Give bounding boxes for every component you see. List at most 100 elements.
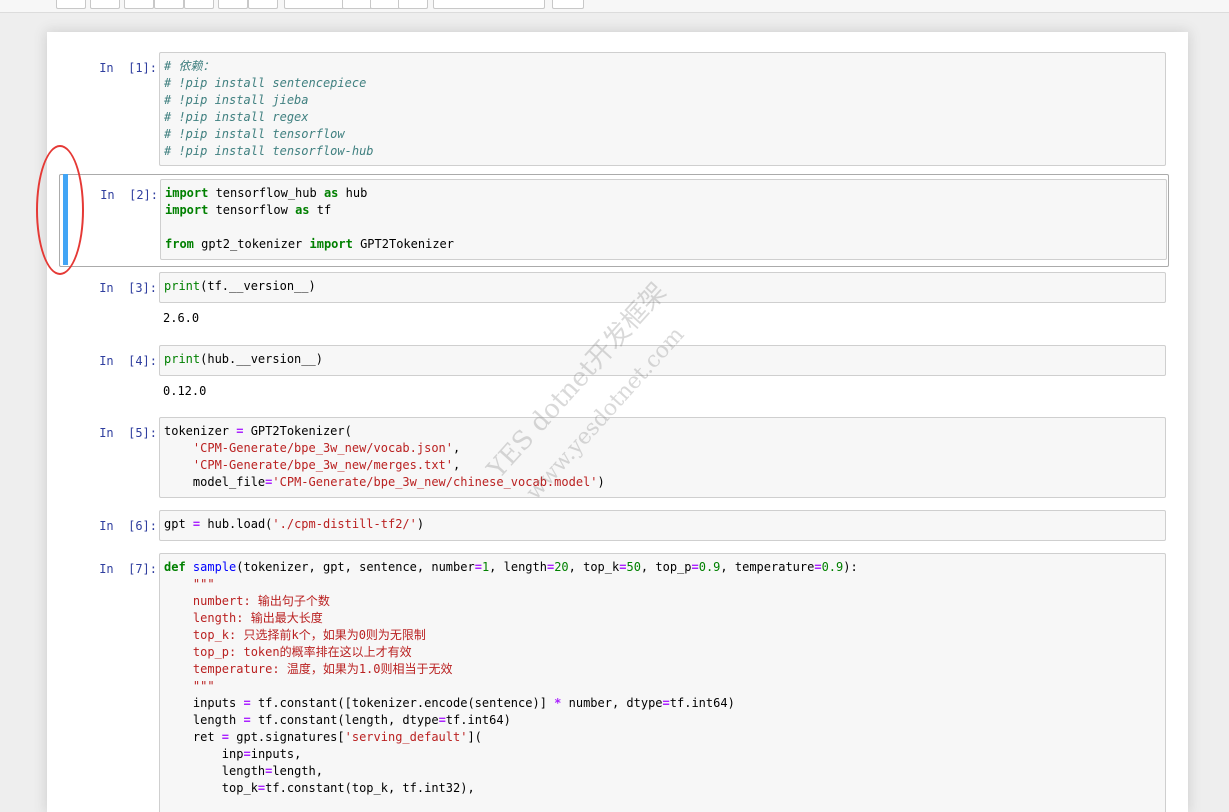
code-token: # !pip install sentencepiece — [164, 76, 367, 90]
save-button[interactable] — [56, 0, 86, 9]
code-editor[interactable]: print(hub.__version__) — [160, 346, 1165, 373]
cell-input[interactable]: import tensorflow_hub as hub import tens… — [160, 179, 1167, 260]
code-token: 50 — [626, 560, 641, 574]
code-token: = — [474, 560, 482, 574]
code-token: = — [691, 560, 699, 574]
code-editor[interactable]: # 依赖： # !pip install sentencepiece # !pi… — [160, 53, 1165, 165]
code-token: tf.int64) — [669, 696, 735, 710]
cell-type-select[interactable] — [433, 0, 545, 9]
paste-button[interactable] — [184, 0, 214, 9]
code-token: = — [662, 696, 670, 710]
code-token: ret — [164, 730, 222, 744]
code-token: tf.constant(length, dtype — [250, 713, 439, 727]
code-token: sample — [192, 560, 237, 574]
code-editor[interactable]: gpt = hub.load('./cpm-distill-tf2/') — [160, 511, 1165, 538]
code-token: def — [164, 560, 186, 574]
move-up-button[interactable] — [218, 0, 248, 9]
code-token: tf — [309, 203, 332, 217]
code-cell[interactable]: In [1]: # 依赖： # !pip install sentencepie… — [59, 52, 1167, 170]
code-token: from — [165, 237, 194, 251]
code-token: """ — [192, 577, 215, 591]
code-token: tf.int64) — [445, 713, 511, 727]
run-button[interactable] — [284, 0, 344, 9]
code-cell[interactable]: In [4]: print(hub.__version__) 0.12.0 — [59, 345, 1167, 411]
command-palette-button[interactable] — [552, 0, 584, 9]
cell-input[interactable]: print(tf.__version__) — [159, 272, 1166, 303]
cell-input[interactable]: # 依赖： # !pip install sentencepiece # !pi… — [159, 52, 1166, 166]
code-token: gpt.signatures[ — [229, 730, 345, 744]
notebook-toolbar — [0, 0, 1229, 13]
copy-button[interactable] — [154, 0, 184, 9]
cell-input[interactable]: gpt = hub.load('./cpm-distill-tf2/') — [159, 510, 1166, 541]
code-token: tf.constant(top_k, tf.int32), — [265, 781, 475, 795]
cell-input[interactable]: print(hub.__version__) — [159, 345, 1166, 376]
restart-button[interactable] — [370, 0, 400, 9]
code-token: length, — [272, 764, 323, 778]
code-token: as — [323, 186, 339, 200]
code-cell[interactable]: In [5]: tokenizer = GPT2Tokenizer( 'CPM-… — [59, 417, 1167, 501]
code-token: 'CPM-Generate/bpe_3w_new/vocab.json' — [192, 441, 453, 455]
code-token: gpt2_tokenizer — [193, 237, 310, 251]
code-token: # !pip install tensorflow — [164, 127, 345, 141]
cut-button[interactable] — [124, 0, 154, 9]
code-token: gpt — [164, 517, 193, 531]
code-token: top_k — [164, 781, 258, 795]
code-token: , length — [489, 560, 547, 574]
code-token: numbert: 输出句子个数 — [192, 594, 330, 608]
code-token: tf.constant([tokenizer.encode(sentence)] — [250, 696, 555, 710]
insert-cell-button[interactable] — [90, 0, 120, 9]
code-token: tensorflow — [208, 203, 296, 217]
code-token: import — [165, 203, 209, 217]
cell-input[interactable]: tokenizer = GPT2Tokenizer( 'CPM-Generate… — [159, 417, 1166, 498]
code-token: # 依赖： — [164, 59, 215, 73]
code-token: = — [438, 713, 446, 727]
code-editor[interactable]: print(tf.__version__) — [160, 273, 1165, 300]
code-cell[interactable]: In [6]: gpt = hub.load('./cpm-distill-tf… — [59, 510, 1167, 544]
code-token: # !pip install regex — [164, 110, 309, 124]
code-token: model_file — [164, 475, 266, 489]
code-token: = — [243, 696, 251, 710]
code-token: top_k: 只选择前k个，如果为0则为无限制 — [192, 628, 426, 642]
code-token: temperature: 温度，如果为1.0则相当于无效 — [192, 662, 453, 676]
cell-input[interactable]: def sample(tokenizer, gpt, sentence, num… — [159, 553, 1166, 812]
move-down-button[interactable] — [248, 0, 278, 9]
code-token: (tokenizer, gpt, sentence, number — [236, 560, 475, 574]
input-prompt: In [6]: — [99, 519, 157, 533]
input-prompt: In [1]: — [99, 61, 157, 75]
interrupt-button[interactable] — [342, 0, 372, 9]
code-token: print — [164, 352, 201, 366]
code-token: 0.9 — [821, 560, 844, 574]
code-token: (hub.__version__) — [200, 352, 323, 366]
code-token: './cpm-distill-tf2/' — [272, 517, 417, 531]
restart-run-all-button[interactable] — [398, 0, 428, 9]
code-editor[interactable]: def sample(tokenizer, gpt, sentence, num… — [160, 554, 1165, 802]
code-token: ) — [597, 475, 605, 489]
code-token: inp — [164, 747, 244, 761]
code-token: = — [221, 730, 230, 744]
code-token: , — [453, 441, 461, 455]
code-token: number, dtype — [561, 696, 663, 710]
code-cell[interactable]: In [7]: def sample(tokenizer, gpt, sente… — [59, 553, 1167, 812]
code-token: import — [309, 237, 353, 251]
code-token: = — [814, 560, 822, 574]
red-annotation-circle — [36, 145, 84, 275]
code-token: , temperature — [720, 560, 815, 574]
code-cell[interactable]: In [3]: print(tf.__version__) 2.6.0 — [59, 272, 1167, 338]
code-editor[interactable]: import tensorflow_hub as hub import tens… — [161, 180, 1166, 258]
code-token: = — [243, 747, 251, 761]
code-token: ): — [843, 560, 858, 574]
code-token: 'CPM-Generate/bpe_3w_new/merges.txt' — [192, 458, 453, 472]
code-cell-selected[interactable]: In [2]: import tensorflow_hub as hub imp… — [59, 174, 1169, 267]
cell-output: 2.6.0 — [163, 311, 200, 325]
code-token: ]( — [467, 730, 482, 744]
cell-output: 0.12.0 — [163, 384, 207, 398]
code-editor[interactable]: tokenizer = GPT2Tokenizer( 'CPM-Generate… — [160, 418, 1165, 496]
code-token: GPT2Tokenizer( — [243, 424, 352, 438]
